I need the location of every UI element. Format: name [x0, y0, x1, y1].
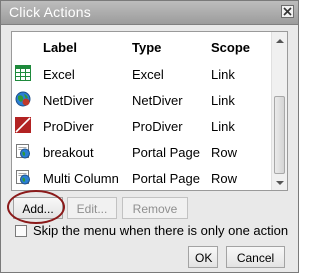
portal-page-icon [15, 143, 31, 159]
dialog-titlebar[interactable]: Click Actions [1, 1, 298, 25]
row-label: NetDiver [43, 93, 94, 108]
table-row[interactable]: Excel Excel Link [12, 62, 271, 88]
row-scope: Row [211, 171, 238, 186]
row-type: Portal Page [132, 171, 200, 186]
portal-page-icon [15, 169, 31, 185]
row-label: ProDiver [43, 119, 94, 134]
table-row[interactable]: NetDiver NetDiver Link [12, 88, 271, 114]
row-label: Multi Column [43, 171, 119, 186]
ok-button[interactable]: OK [188, 246, 218, 268]
spreadsheet-icon [15, 65, 31, 81]
netdiver-icon [15, 91, 31, 107]
scroll-down-arrow-icon[interactable] [275, 177, 285, 187]
dialog-title: Click Actions [9, 4, 91, 20]
edit-button[interactable]: Edit... [67, 197, 117, 219]
row-scope: Link [211, 119, 235, 134]
column-header-label[interactable]: Label [43, 40, 77, 55]
scrollbar-thumb[interactable] [274, 96, 285, 174]
list-scrollbar[interactable] [271, 32, 287, 190]
table-row[interactable]: ProDiver ProDiver Link [12, 114, 271, 140]
table-row[interactable]: Multi Column Portal Page Row [12, 166, 271, 190]
row-type: ProDiver [132, 119, 183, 134]
row-type: NetDiver [132, 93, 183, 108]
click-actions-dialog: Click Actions Label Type Scope Excel Exc… [0, 0, 299, 273]
row-scope: Row [211, 145, 238, 160]
row-label: Excel [43, 67, 75, 82]
row-label: breakout [43, 145, 94, 160]
skip-menu-label[interactable]: Skip the menu when there is only one act… [33, 223, 288, 238]
column-header-scope[interactable]: Scope [211, 40, 250, 55]
column-header-type[interactable]: Type [132, 40, 161, 55]
row-scope: Link [211, 67, 235, 82]
add-button[interactable]: Add... [13, 197, 63, 219]
table-row[interactable]: breakout Portal Page Row [12, 140, 271, 166]
row-scope: Link [211, 93, 235, 108]
actions-list[interactable]: Label Type Scope Excel Excel Link NetDiv… [11, 31, 288, 191]
scroll-up-arrow-icon[interactable] [275, 35, 285, 45]
cancel-button[interactable]: Cancel [226, 246, 285, 268]
skip-menu-checkbox[interactable] [15, 225, 27, 237]
close-icon[interactable] [281, 5, 294, 18]
remove-button[interactable]: Remove [122, 197, 188, 219]
row-type: Excel [132, 67, 164, 82]
prodiver-icon [15, 117, 31, 133]
row-type: Portal Page [132, 145, 200, 160]
list-header: Label Type Scope [12, 32, 271, 60]
